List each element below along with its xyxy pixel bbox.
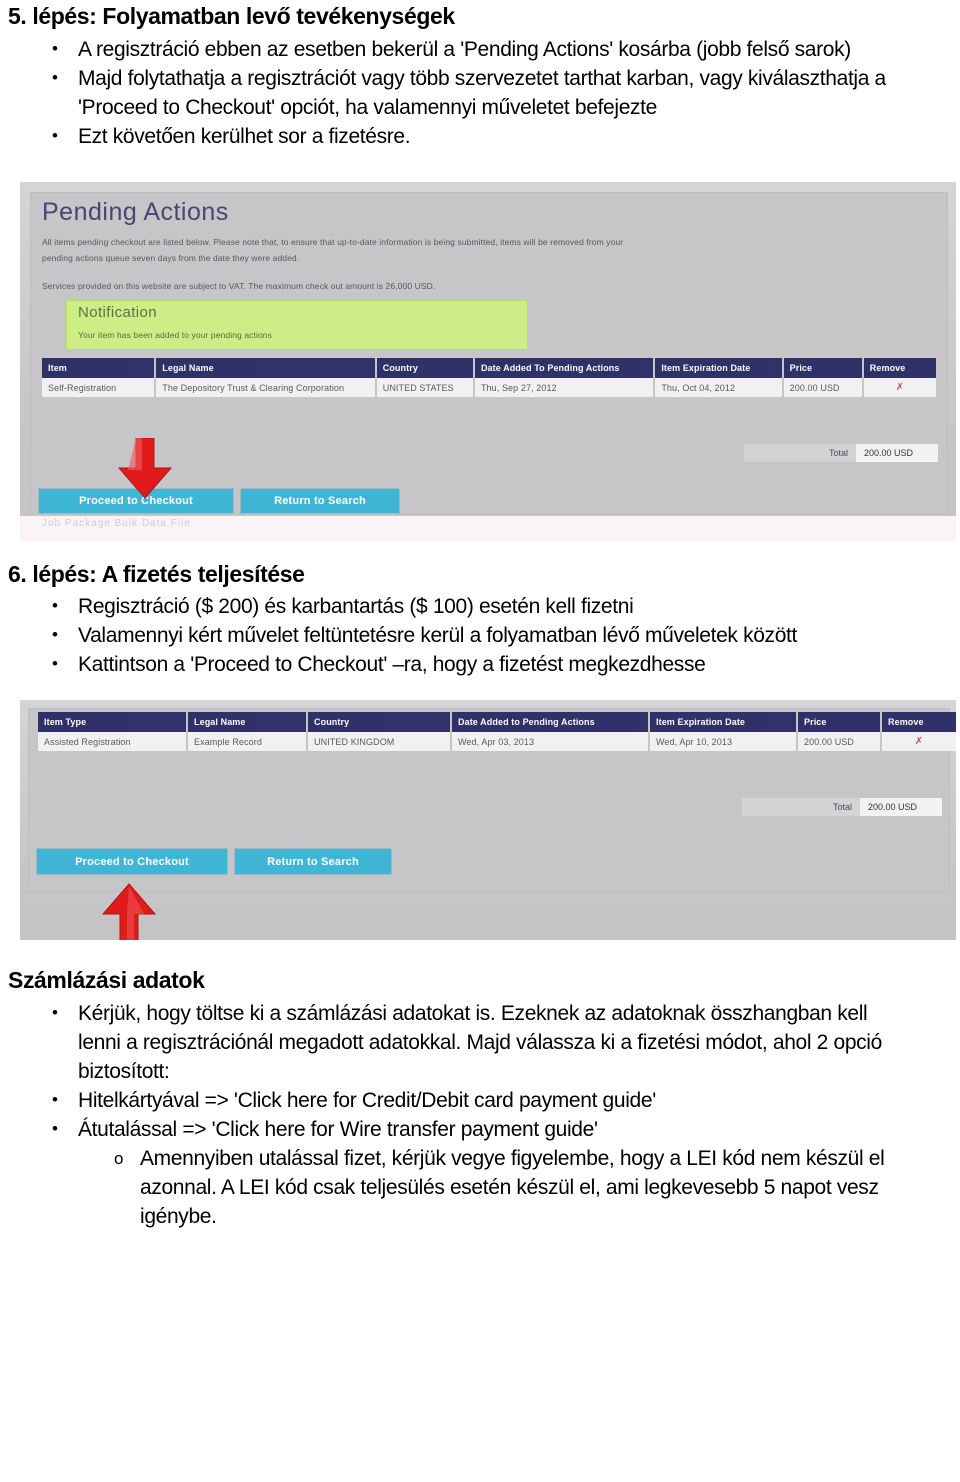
list-item: Regisztráció ($ 200) és karbantartás ($ …	[0, 591, 960, 621]
cell-date-added: Thu, Sep 27, 2012	[474, 378, 654, 397]
cell-item-type: Assisted Registration	[38, 732, 186, 751]
column-header-date-added[interactable]: Date Added to Pending Actions	[452, 712, 648, 732]
red-down-arrow-icon	[116, 438, 174, 500]
list-item: azonnal. A LEI kód csak teljesülés eseté…	[140, 1176, 879, 1200]
column-header-expiration[interactable]: Item Expiration Date	[650, 712, 796, 732]
cropped-text-line: Job Package Bulk Data File	[42, 518, 191, 529]
total-label: Total	[744, 444, 856, 462]
list-item: igénybe.	[140, 1205, 217, 1229]
cell-country: UNITED STATES	[376, 378, 473, 397]
checkout-table: Item Type Legal Name Country Date Added …	[36, 712, 956, 751]
list-item: 'Proceed to Checkout' opciót, ha valamen…	[78, 96, 657, 120]
billing-section: Számlázási adatok Kérjük, hogy töltse ki…	[0, 967, 960, 1231]
column-header-price[interactable]: Price	[783, 358, 862, 378]
pending-actions-table: Item Legal Name Country Date Added To Pe…	[40, 358, 938, 397]
step6-heading: 6. lépés: A fizetés teljesítése	[8, 561, 305, 587]
intro-text-line1: All items pending checkout are listed be…	[42, 237, 624, 247]
total-row: Total 200.00 USD	[744, 444, 938, 462]
list-item: Kérjük, hogy töltse ki a számlázási adat…	[0, 998, 960, 1028]
billing-heading: Számlázási adatok	[8, 967, 205, 993]
list-item: Hitelkártyával => 'Click here for Credit…	[0, 1085, 960, 1115]
column-header-expiration[interactable]: Item Expiration Date	[655, 358, 782, 378]
cell-legal-name: Example Record	[188, 732, 306, 751]
table-header-row: Item Type Legal Name Country Date Added …	[38, 712, 956, 732]
page-title: Pending Actions	[42, 198, 229, 226]
cell-legal-name: The Depository Trust & Clearing Corporat…	[156, 378, 375, 397]
step5-bullet-list: A regisztráció ebben az esetben bekerül …	[0, 34, 960, 151]
column-header-item[interactable]: Item	[42, 358, 155, 378]
column-header-legal-name[interactable]: Legal Name	[156, 358, 375, 378]
total-row: Total 200.00 USD	[742, 798, 942, 816]
step6-bullet-list: Regisztráció ($ 200) és karbantartás ($ …	[0, 591, 960, 679]
column-header-date-added[interactable]: Date Added To Pending Actions	[474, 358, 654, 378]
list-item: Valamennyi kért művelet feltüntetésre ke…	[0, 620, 960, 650]
pending-actions-screenshot: Pending Actions All items pending checko…	[20, 182, 956, 542]
step6-section: 6. lépés: A fizetés teljesítése Regisztr…	[0, 561, 960, 679]
red-up-arrow-icon	[100, 882, 158, 940]
intro-text-line2: pending actions queue seven days from th…	[42, 253, 300, 263]
column-header-price[interactable]: Price	[798, 712, 880, 732]
column-header-remove[interactable]: Remove	[863, 358, 936, 378]
list-item: Amennyiben utalással fizet, kérjük vegye…	[0, 1144, 960, 1173]
notification-text: Your item has been added to your pending…	[78, 330, 272, 340]
proceed-to-checkout-button[interactable]: Proceed to Checkout	[36, 848, 228, 875]
remove-item-icon[interactable]: ✗	[882, 732, 956, 751]
cell-item: Self-Registration	[42, 378, 155, 397]
list-item: Átutalással => 'Click here for Wire tran…	[0, 1114, 960, 1144]
column-header-remove[interactable]: Remove	[882, 712, 956, 732]
list-item: Kattintson a 'Proceed to Checkout' –ra, …	[0, 649, 960, 679]
cell-expiration: Thu, Oct 04, 2012	[655, 378, 782, 397]
return-to-search-button[interactable]: Return to Search	[240, 488, 400, 514]
cell-expiration: Wed, Apr 10, 2013	[650, 732, 796, 751]
list-item: lenni a regisztrációnál megadott adatokk…	[78, 1031, 882, 1055]
column-header-country[interactable]: Country	[376, 358, 473, 378]
vat-note: Services provided on this website are su…	[42, 281, 436, 291]
total-label: Total	[742, 798, 860, 816]
remove-item-icon[interactable]: ✗	[863, 378, 936, 397]
step5-heading: 5. lépés: Folyamatban levő tevékenységek	[8, 3, 455, 29]
list-item: biztosított:	[78, 1060, 170, 1084]
billing-bullet-list: Kérjük, hogy töltse ki a számlázási adat…	[0, 998, 960, 1144]
billing-sub-bullet-list: Amennyiben utalással fizet, kérjük vegye…	[0, 1144, 960, 1231]
column-header-legal-name[interactable]: Legal Name	[188, 712, 306, 732]
return-to-search-button[interactable]: Return to Search	[234, 848, 392, 875]
step5-section: 5. lépés: Folyamatban levő tevékenységek…	[0, 3, 960, 151]
cell-price: 200.00 USD	[783, 378, 862, 397]
list-item: Ezt követően kerülhet sor a fizetésre.	[0, 121, 960, 151]
cell-price: 200.00 USD	[798, 732, 880, 751]
table-header-row: Item Legal Name Country Date Added To Pe…	[42, 358, 936, 378]
table-row: Self-Registration The Depository Trust &…	[42, 378, 936, 397]
notification-title: Notification	[78, 304, 158, 321]
table-row: Assisted Registration Example Record UNI…	[38, 732, 956, 751]
column-header-item-type[interactable]: Item Type	[38, 712, 186, 732]
total-value: 200.00 USD	[856, 444, 938, 462]
list-item: A regisztráció ebben az esetben bekerül …	[0, 34, 960, 64]
cell-country: UNITED KINGDOM	[308, 732, 450, 751]
cell-date-added: Wed, Apr 03, 2013	[452, 732, 648, 751]
list-item: Majd folytathatja a regisztrációt vagy t…	[0, 63, 960, 93]
total-value: 200.00 USD	[860, 798, 942, 816]
column-header-country[interactable]: Country	[308, 712, 450, 732]
checkout-screenshot: Item Type Legal Name Country Date Added …	[20, 700, 956, 940]
